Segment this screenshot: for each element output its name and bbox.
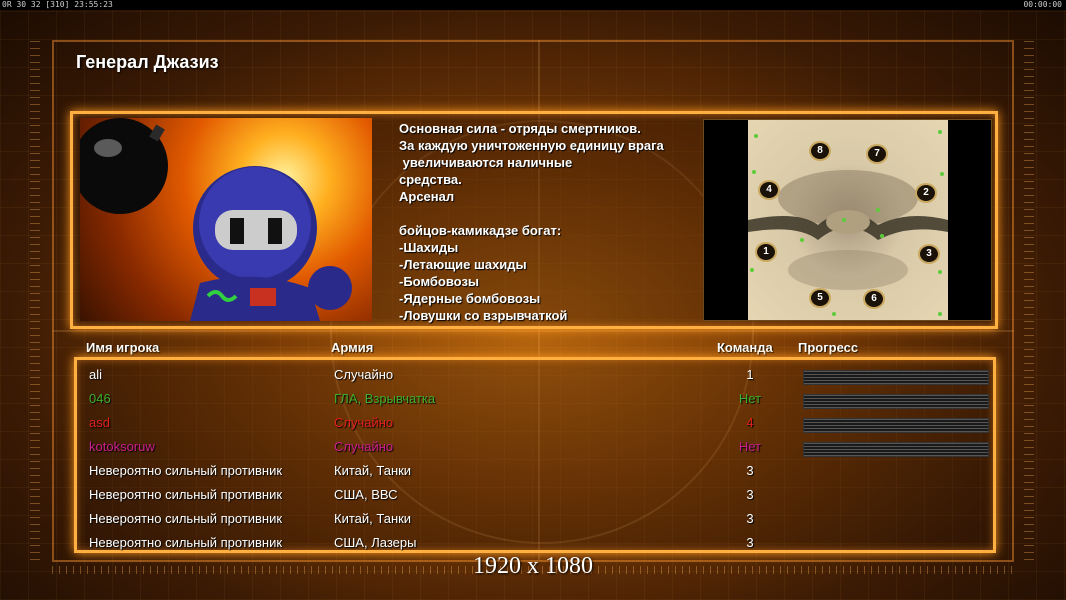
player-army: Случайно	[334, 439, 394, 454]
player-team: Нет	[738, 391, 762, 406]
supply-dot	[880, 234, 884, 238]
table-row[interactable]: 046 ГЛА, Взрывчатка Нет	[77, 386, 999, 410]
player-army: США, Лазеры	[334, 535, 417, 550]
map-preview[interactable]: 8 7 4 2 1 3 5 6	[703, 119, 992, 321]
table-row[interactable]: ali Случайно 1	[77, 362, 999, 386]
header-progress: Прогресс	[798, 340, 859, 355]
supply-dot	[938, 312, 942, 316]
player-name: asd	[89, 415, 110, 430]
spawn-point-1[interactable]: 1	[755, 242, 777, 262]
player-name: Невероятно сильный противник	[89, 511, 283, 526]
player-name: Невероятно сильный противник	[89, 487, 283, 502]
spawn-point-8[interactable]: 8	[809, 141, 831, 161]
progress-bar	[803, 418, 989, 433]
progress-bar	[803, 442, 989, 457]
player-army: Китай, Танки	[334, 463, 412, 478]
header-player: Имя игрока	[86, 340, 160, 355]
supply-dot	[938, 130, 942, 134]
progress-bar	[803, 394, 989, 409]
resolution-label: 1920 x 1080	[473, 553, 593, 579]
player-team: 4	[746, 415, 754, 430]
table-row[interactable]: asd Случайно 4	[77, 410, 999, 434]
spawn-point-3[interactable]: 3	[918, 244, 940, 264]
top-left-status: 0R 30 32 [310] 23:55:23	[2, 0, 113, 9]
table-row[interactable]: Невероятно сильный противник США, Лазеры 3	[77, 530, 999, 554]
supply-dot	[750, 268, 754, 272]
spawn-point-5[interactable]: 5	[809, 288, 831, 308]
supply-dot	[876, 208, 880, 212]
player-name: Невероятно сильный противник	[89, 535, 283, 550]
player-team: Нет	[738, 439, 762, 454]
player-army: США, ВВС	[334, 487, 398, 502]
player-team: 3	[746, 487, 754, 502]
player-roster: ali Случайно 1 046 ГЛА, Взрывчатка Нет asd Случ…	[74, 357, 996, 553]
table-row[interactable]: Невероятно сильный противник Китай, Танки…	[77, 458, 999, 482]
player-team: 1	[746, 367, 754, 382]
progress-bar	[803, 370, 989, 385]
table-row[interactable]: Невероятно сильный противник Китай, Танки…	[77, 506, 999, 530]
table-row[interactable]: Невероятно сильный противник США, ВВС 3	[77, 482, 999, 506]
bomber-illustration	[80, 118, 352, 321]
general-description: Основная сила - отряды смертников. За ка…	[399, 121, 664, 323]
general-title: Генерал Джазиз	[76, 52, 219, 72]
general-portrait	[80, 118, 372, 321]
player-name: ali	[89, 367, 103, 382]
spawn-point-2[interactable]: 2	[915, 183, 937, 203]
player-team: 3	[746, 535, 754, 550]
right-ruler	[1024, 40, 1034, 560]
supply-dot	[832, 312, 836, 316]
map-features	[748, 170, 948, 290]
left-ruler	[30, 40, 40, 560]
player-army: Случайно	[334, 367, 394, 382]
spawn-point-4[interactable]: 4	[758, 180, 780, 200]
player-name: Невероятно сильный противник	[89, 463, 283, 478]
top-status-bar: 0R 30 32 [310] 23:55:23 00:00:00	[0, 0, 1066, 10]
player-team: 3	[746, 511, 754, 526]
map-terrain	[748, 120, 948, 320]
supply-dot	[842, 218, 846, 222]
supply-dot	[938, 270, 942, 274]
supply-dot	[800, 238, 804, 242]
player-army: Случайно	[334, 415, 394, 430]
table-row[interactable]: kotoksoruw Случайно Нет	[77, 434, 999, 458]
supply-dot	[754, 134, 758, 138]
supply-dot	[752, 170, 756, 174]
top-right-clock: 00:00:00	[1023, 0, 1062, 9]
header-army: Армия	[331, 340, 374, 355]
player-name: 046	[89, 391, 111, 406]
spawn-point-6[interactable]: 6	[863, 289, 885, 309]
player-name: kotoksoruw	[89, 439, 155, 454]
player-team: 3	[746, 463, 754, 478]
player-army: Китай, Танки	[334, 511, 412, 526]
player-army: ГЛА, Взрывчатка	[334, 391, 436, 406]
header-team: Команда	[717, 340, 773, 355]
spawn-point-7[interactable]: 7	[866, 144, 888, 164]
supply-dot	[940, 172, 944, 176]
